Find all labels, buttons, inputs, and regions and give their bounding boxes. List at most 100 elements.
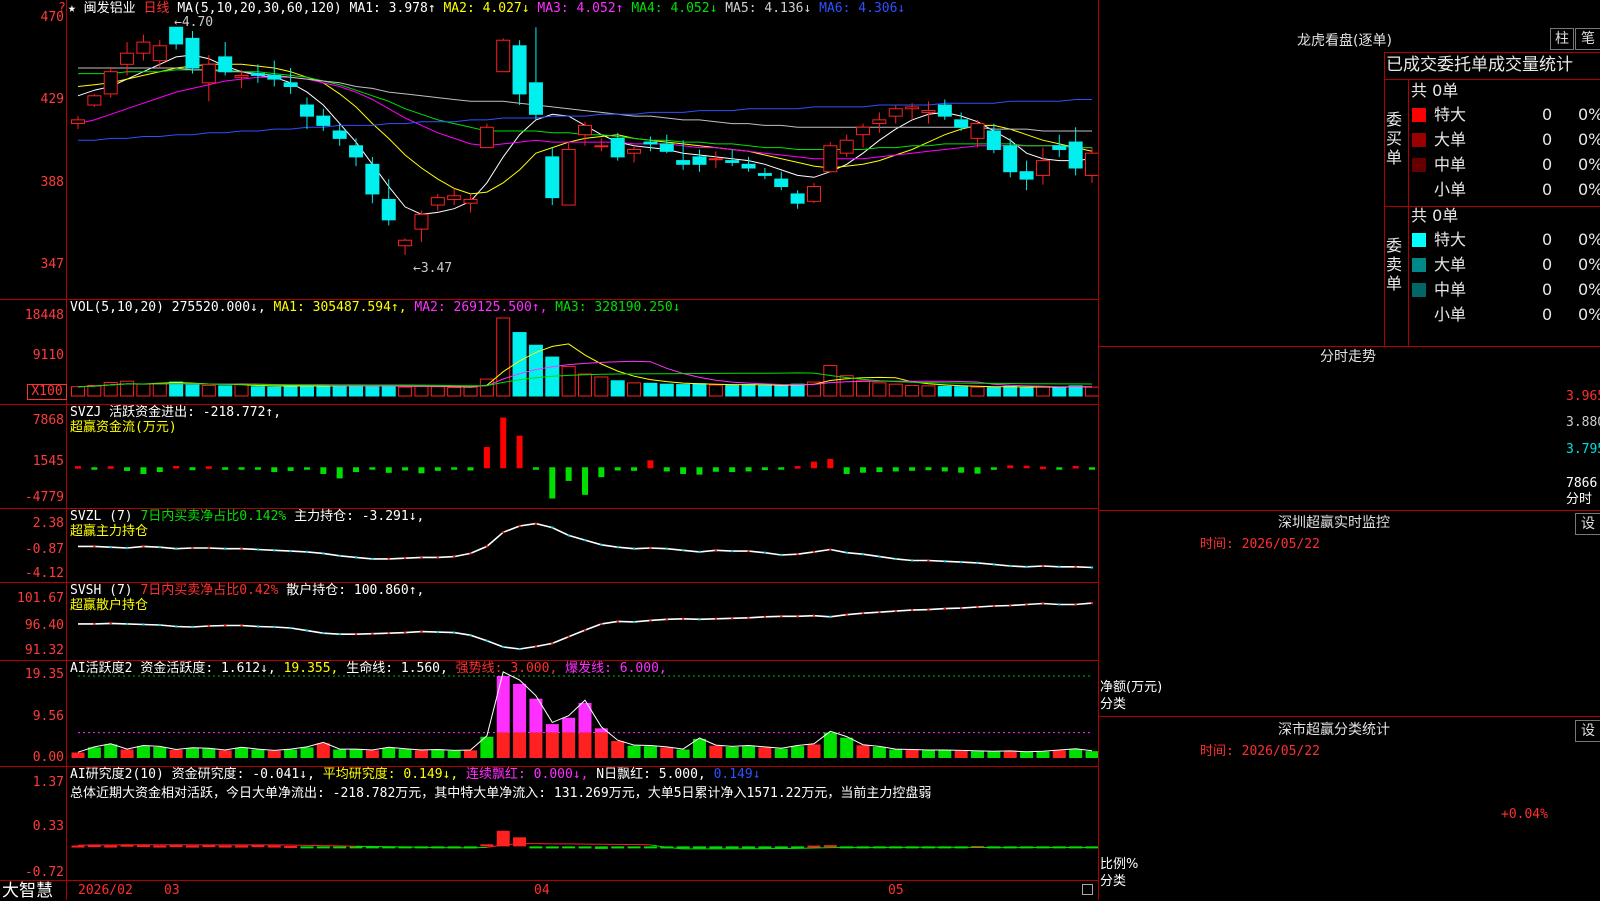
activity-bar [660,747,673,758]
volume-bar [137,384,150,396]
fund-flow-bar [877,468,882,472]
ma-line-3 [78,77,1092,158]
fund-flow-bar [615,468,620,470]
x-axis-label: 04 [534,884,550,898]
research-bar [235,846,248,848]
fund-flow-bar [959,468,964,472]
main-force-line-point [1009,565,1011,567]
research-bar [317,846,330,848]
activity-bar [513,684,526,733]
stock-name: 闽发铝业 [84,1,136,16]
candle-body [922,111,935,113]
svsh-tick: 101.67 [0,592,64,606]
vol-header: VOL(5,10,20) 275520.000↓, MA1: 305487.59… [70,301,681,315]
volume-bar [922,386,935,396]
order-size-color [1412,233,1426,247]
order-count: 0 [1542,281,1552,299]
research-bar [333,846,346,848]
volume-bar [235,385,248,396]
ma-line-5 [78,68,1092,131]
research-bar [186,846,199,848]
intraday-vol-label: 分时 [1566,493,1592,507]
candle-body [660,144,673,151]
retail-hold-line-point [1042,602,1044,604]
main-force-line-point [437,556,439,558]
order-size-name: 中单 [1434,281,1466,299]
main-force-line-point [1074,566,1076,568]
retail-hold-line-point [371,632,373,634]
activity-bar [1086,751,1099,758]
brand-label[interactable]: 大智慧 [2,882,53,900]
ma5-value: MA5: 4.136↓ [725,1,811,16]
candle-body [382,199,395,219]
star-icon[interactable]: ★ [68,1,76,16]
sz-class-settings-button[interactable]: 设 [1575,720,1600,742]
main-force-line-point [404,557,406,559]
research-bar [758,846,771,848]
fund-flow-bar [386,468,391,473]
dragon-title: 龙虎看盘(逐单) [1297,34,1392,48]
main-force-line-point [1025,566,1027,568]
ai-active-v1: 资金活跃度: 1.612↓, [140,661,275,676]
activity-bar [186,748,199,758]
svzl-title: 超赢主力持仓 [70,525,148,539]
volume-bar [579,374,592,396]
order-percent: 0% [1578,256,1600,274]
volume-bar [644,383,657,396]
tick-mode-button[interactable]: 笔 [1575,28,1600,50]
main-force-line-point [944,560,946,562]
research-bar [153,846,166,848]
fund-flow-bar [550,468,555,498]
period-label[interactable]: 日线 [144,1,170,16]
volume-bar [88,385,101,396]
retail-hold-line-point [927,608,929,610]
retail-hold-line-point [993,605,995,607]
intraday-price-low: 3.795 [1566,443,1600,457]
volume-bar [791,384,804,396]
activity-bar [677,750,690,758]
vol-unit-tick[interactable]: X100 [27,384,67,400]
candle-body [1020,172,1033,179]
candle-body [562,149,575,205]
candle-body [513,46,526,94]
research-bar [644,846,657,848]
main-force-line-point [911,559,913,561]
activity-bar [170,750,183,758]
candle-body [611,138,624,157]
bar-mode-button[interactable]: 柱 [1550,28,1574,50]
retail-hold-line-point [845,614,847,616]
candle-body [546,157,559,198]
svsh-title: 超赢散户持仓 [70,599,148,613]
main-force-line-point [1058,566,1060,568]
activity-bar [1004,751,1017,758]
svzj-value: 活跃资金进出: -218.772↑, [109,405,281,420]
ai-research-v3: 连续飘红: 0.000↓, [466,767,588,782]
order-percent: 0% [1578,306,1600,324]
ai-active-tick: 9.56 [0,710,64,724]
main-force-line-point [257,548,259,550]
order-size-name: 大单 [1434,256,1466,274]
fund-flow-bar [419,468,424,473]
activity-bar [611,741,624,758]
activity-bar [758,747,771,758]
activity-bar [791,746,804,758]
ai-active-v2: 19.355, [284,661,339,676]
main-force-line-point [731,550,733,552]
lock-icon[interactable] [1082,884,1093,895]
activity-bar [284,750,297,758]
sz-monitor-settings-button[interactable]: 设 [1575,513,1600,535]
divider [1384,52,1385,346]
main-force-line-point [960,561,962,563]
retail-hold-line-point [142,623,144,625]
candle-body [955,120,968,127]
main-force-line-point [829,548,831,550]
main-force-line-point [764,551,766,553]
fund-flow-bar [942,468,947,471]
activity-bar [889,750,902,758]
candle-body [415,214,428,229]
fund-flow-bar [648,461,653,468]
candle-body [88,96,101,105]
candle-body [104,72,117,94]
main-force-line-point [845,551,847,553]
retail-hold-line-point [208,625,210,627]
